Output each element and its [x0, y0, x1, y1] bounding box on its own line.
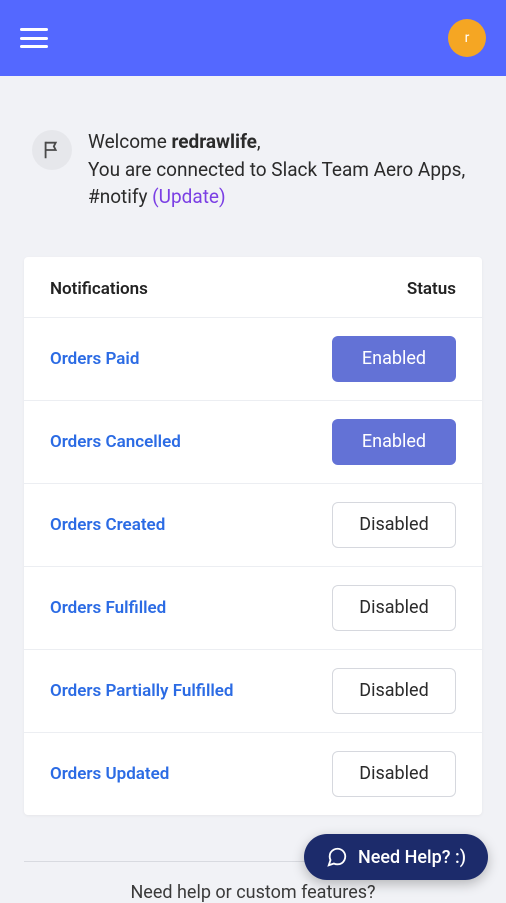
welcome-username: redrawlife [172, 130, 257, 153]
welcome-comma: , [257, 130, 261, 153]
table-row: Orders Created Disabled [24, 484, 482, 567]
notification-link-orders-created[interactable]: Orders Created [50, 515, 165, 535]
avatar[interactable]: r [448, 19, 486, 57]
status-toggle-orders-created[interactable]: Disabled [332, 502, 456, 548]
notification-link-orders-partially-fulfilled[interactable]: Orders Partially Fulfilled [50, 681, 234, 701]
help-button[interactable]: Need Help? :) [304, 834, 488, 880]
update-link[interactable]: (Update) [152, 185, 225, 208]
menu-icon[interactable] [20, 28, 48, 48]
help-label: Need Help? :) [358, 847, 466, 868]
flag-icon [32, 130, 72, 170]
notification-link-orders-fulfilled[interactable]: Orders Fulfilled [50, 598, 166, 618]
table-row: Orders Paid Enabled [24, 318, 482, 401]
status-toggle-orders-partially-fulfilled[interactable]: Disabled [332, 668, 456, 714]
table-row: Orders Fulfilled Disabled [24, 567, 482, 650]
card-header: Notifications Status [24, 257, 482, 318]
notification-link-orders-cancelled[interactable]: Orders Cancelled [50, 432, 181, 452]
table-row: Orders Updated Disabled [24, 733, 482, 815]
col-status: Status [407, 279, 456, 299]
app-header: r [0, 0, 506, 76]
welcome-text: Welcome redrawlife, You are connected to… [88, 128, 474, 211]
col-notifications: Notifications [50, 279, 148, 299]
welcome-box: Welcome redrawlife, You are connected to… [24, 104, 482, 229]
table-row: Orders Partially Fulfilled Disabled [24, 650, 482, 733]
notification-link-orders-updated[interactable]: Orders Updated [50, 764, 169, 784]
notification-link-orders-paid[interactable]: Orders Paid [50, 349, 139, 369]
status-toggle-orders-cancelled[interactable]: Enabled [332, 419, 456, 465]
status-toggle-orders-paid[interactable]: Enabled [332, 336, 456, 382]
avatar-initial: r [465, 30, 470, 46]
status-toggle-orders-fulfilled[interactable]: Disabled [332, 585, 456, 631]
welcome-line2: You are connected to Slack Team Aero App… [88, 158, 465, 209]
main-content: Welcome redrawlife, You are connected to… [0, 76, 506, 903]
status-toggle-orders-updated[interactable]: Disabled [332, 751, 456, 797]
table-row: Orders Cancelled Enabled [24, 401, 482, 484]
welcome-prefix: Welcome [88, 130, 172, 153]
chat-icon [326, 846, 348, 868]
notifications-card: Notifications Status Orders Paid Enabled… [24, 257, 482, 815]
